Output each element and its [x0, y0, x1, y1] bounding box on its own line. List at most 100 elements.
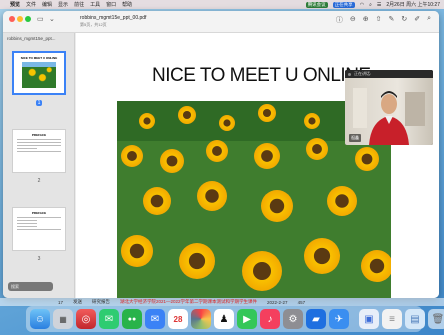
status-send: 发送: [73, 299, 83, 304]
notes-icon[interactable]: ≡: [382, 309, 402, 329]
qq-icon[interactable]: ♟: [214, 309, 234, 329]
sunflower-center: [261, 150, 273, 162]
sunflower-center: [127, 151, 137, 161]
text-line: [17, 229, 61, 230]
share-icon[interactable]: ⇧: [376, 15, 382, 25]
zoom-button[interactable]: [25, 16, 31, 22]
window-titlebar: ▭ ⌄ robbins_mgmt15e_ppt_00.pdf 第5页，共12页 …: [3, 11, 439, 33]
status-course-title: 湖北大学经济学院2021—2022学年第二学期课本测试和学期学生课件: [120, 299, 258, 304]
safari-icon[interactable]: ◎: [76, 309, 96, 329]
facetime-icon[interactable]: ▶: [237, 309, 257, 329]
text-line: [17, 151, 61, 152]
clock[interactable]: 2月26日 周六 上午10:27: [386, 1, 440, 8]
page-number-3: 3: [37, 256, 41, 262]
page-thumbnail-2[interactable]: PREFACE: [12, 129, 66, 173]
minimize-button[interactable]: [17, 16, 23, 22]
sharing-indicator[interactable]: 正在共享: [332, 1, 355, 8]
mail-icon[interactable]: ✉: [145, 309, 165, 329]
document-title: robbins_mgmt15e_ppt_00.pdf: [80, 15, 147, 21]
lark-icon[interactable]: ✈: [329, 309, 349, 329]
thumbnail-image: [22, 62, 56, 88]
calendar-icon[interactable]: 28: [168, 309, 188, 329]
menu-go[interactable]: 前往: [74, 1, 84, 8]
sunflower-center: [188, 252, 206, 270]
slide-heading: NICE TO MEET U ONLINE: [152, 65, 371, 86]
sunflower-center: [129, 243, 145, 259]
sidebar-toggle-icon[interactable]: ▭: [37, 15, 44, 23]
meeting-indicator[interactable]: 腾讯会议: [305, 1, 328, 8]
thumbnail-title: NICE TO MEET U ONLINE: [20, 56, 58, 60]
toolbar-right: ⓘ ⊖ ⊕ ⇧ ✎ ↻ ✐ ⌕: [336, 15, 431, 25]
sunflower-center: [369, 258, 385, 274]
menu-view[interactable]: 显示: [58, 1, 68, 8]
zoom-out-icon[interactable]: ⊖: [350, 15, 356, 25]
text-line: [17, 139, 61, 140]
sunflower-center: [253, 262, 271, 280]
preview-icon[interactable]: ▣: [359, 309, 379, 329]
menu-file[interactable]: 文件: [26, 1, 36, 8]
tencent-meeting-icon[interactable]: ▰: [306, 309, 326, 329]
text-line: [17, 142, 61, 143]
menu-app-name[interactable]: 预览: [10, 1, 20, 8]
wifi-icon[interactable]: ◠: [360, 2, 364, 8]
dock: ☺ ▦ ◎ ✉ ●● ✉ 28 ♟ ▶ ♪ ⚙ ▰ ✈ ▣ ≡ ▤ 🗑: [26, 306, 444, 332]
page-thumbnail-3[interactable]: PREFACE: [12, 207, 66, 251]
participant-video: 祖鑫: [345, 78, 433, 145]
menu-bar-status-area: 腾讯会议 正在共享 ◠ ⌕ ☰ 2月26日 周六 上午10:27: [305, 0, 440, 9]
text-line: [17, 223, 37, 224]
page-thumbnail-1[interactable]: NICE TO MEET U ONLINE: [12, 51, 66, 95]
text-line: [17, 148, 37, 149]
files-icon[interactable]: ▤: [405, 309, 425, 329]
sidebar-header: robbins_mgmt15e_ppt...: [7, 36, 56, 41]
menu-edit[interactable]: 编辑: [42, 1, 52, 8]
messages-icon[interactable]: ✉: [99, 309, 119, 329]
menu-help[interactable]: 帮助: [122, 1, 132, 8]
sunflower-center: [166, 155, 178, 167]
status-date: 2022-2-27: [267, 299, 288, 305]
status-count: 457: [297, 299, 306, 305]
sidebar-search-field[interactable]: 搜索: [8, 282, 53, 291]
chevron-down-icon[interactable]: ⌄: [49, 15, 55, 23]
sunflower-center: [143, 117, 151, 125]
sunflower-center: [312, 144, 322, 154]
settings-icon[interactable]: ⚙: [283, 309, 303, 329]
sunflower-center: [182, 110, 192, 120]
thumbnail-heading: PREFACE: [31, 133, 47, 137]
photos-icon[interactable]: [191, 309, 211, 329]
search-icon[interactable]: ⌕: [369, 2, 372, 8]
rotate-icon[interactable]: ↻: [401, 15, 407, 25]
status-dot-icon: [348, 72, 351, 76]
preview-window: ▭ ⌄ robbins_mgmt15e_ppt_00.pdf 第5页，共12页 …: [3, 11, 439, 298]
text-line: [17, 217, 61, 218]
menu-bar: 预览 文件 编辑 显示 前往 工具 窗口 帮助 腾讯会议 正在共享 ◠ ⌕ ☰ …: [0, 0, 444, 9]
status-report: 研究报告: [92, 299, 111, 304]
markup-icon[interactable]: ✎: [388, 15, 394, 25]
sunflower-center: [212, 146, 222, 156]
video-call-window[interactable]: 正在讲话: 祖鑫: [345, 70, 433, 145]
menu-window[interactable]: 窗口: [106, 1, 116, 8]
sunflower-center: [269, 198, 285, 214]
close-button[interactable]: [9, 16, 15, 22]
highlight-icon[interactable]: ✐: [414, 15, 420, 25]
participant-name: 祖鑫: [349, 134, 361, 142]
page-number-1: 1: [35, 100, 43, 106]
finder-icon[interactable]: ☺: [30, 309, 50, 329]
sunflower-center: [205, 189, 219, 203]
status-number: 17: [58, 299, 64, 305]
music-icon[interactable]: ♪: [260, 309, 280, 329]
sunflower-center: [150, 194, 164, 208]
page-number-2: 2: [37, 178, 41, 184]
trash-icon[interactable]: 🗑: [428, 309, 444, 329]
sunflower-center: [313, 247, 331, 265]
launchpad-icon[interactable]: ▦: [53, 309, 73, 329]
thumbnail-sidebar: robbins_mgmt15e_ppt... NICE TO MEET U ON…: [3, 33, 75, 298]
document-page-count: 第5页，共12页: [80, 22, 107, 27]
control-center-icon[interactable]: ☰: [377, 2, 381, 8]
text-line: [17, 226, 37, 227]
menu-tools[interactable]: 工具: [90, 1, 100, 8]
zoom-in-icon[interactable]: ⊕: [363, 15, 369, 25]
info-icon[interactable]: ⓘ: [336, 15, 343, 25]
wechat-icon[interactable]: ●●: [122, 309, 142, 329]
background-status-strip: 17 发送 研究报告 湖北大学经济学院2021—2022学年第二学期课本测试和学…: [0, 298, 444, 306]
search-icon[interactable]: ⌕: [427, 15, 431, 25]
